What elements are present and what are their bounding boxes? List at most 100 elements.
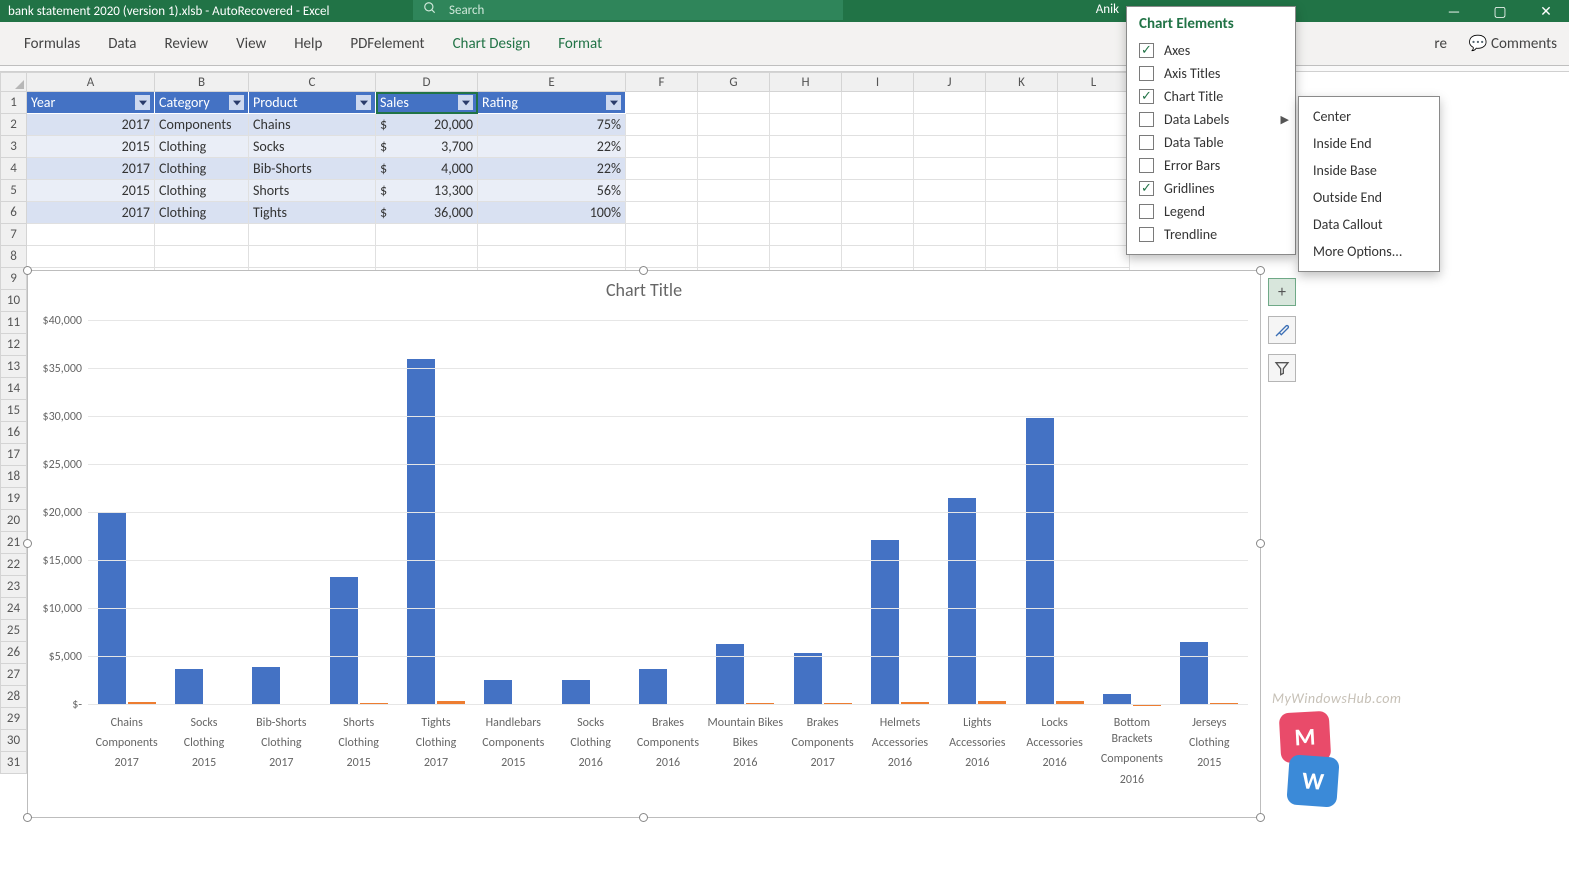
cell[interactable] [698,114,770,136]
chart-filters-button[interactable] [1268,354,1296,382]
chart-element-legend[interactable]: Legend [1127,200,1295,223]
cell[interactable]: 22% [478,158,626,180]
cell[interactable] [626,92,698,114]
column-header[interactable]: F [626,72,698,92]
menu-item-inside-base[interactable]: Inside Base [1299,157,1439,184]
column-header[interactable]: K [986,72,1058,92]
chart-bar-sales[interactable] [252,667,280,705]
chart-bar-sales[interactable] [716,644,744,705]
cell[interactable] [27,246,155,268]
row-header[interactable]: 26 [0,642,27,664]
cell[interactable] [770,114,842,136]
checkbox-icon[interactable] [1139,66,1154,81]
resize-handle[interactable] [23,266,32,275]
menu-item-inside-end[interactable]: Inside End [1299,130,1439,157]
cell[interactable] [842,114,914,136]
row-header[interactable]: 10 [0,290,27,312]
cell[interactable] [626,202,698,224]
resize-handle[interactable] [1256,539,1265,548]
cell[interactable]: Sales [376,92,478,114]
cell[interactable] [155,246,249,268]
row-header[interactable]: 27 [0,664,27,686]
cell[interactable] [698,92,770,114]
column-header[interactable]: J [914,72,986,92]
filter-dropdown-icon[interactable] [135,95,150,110]
chart-bar-sales[interactable] [175,669,203,705]
cell[interactable]: Year [27,92,155,114]
chart-bar-group[interactable] [320,321,397,705]
maximize-button[interactable]: ▢ [1477,0,1523,22]
checkbox-icon[interactable] [1139,89,1154,104]
chart-element-error-bars[interactable]: Error Bars [1127,154,1295,177]
cell[interactable] [986,92,1058,114]
cell[interactable] [770,180,842,202]
data-labels-submenu[interactable]: CenterInside EndInside BaseOutside EndDa… [1298,96,1440,272]
chart-element-axis-titles[interactable]: Axis Titles [1127,62,1295,85]
menu-item-data-callout[interactable]: Data Callout [1299,211,1439,238]
checkbox-icon[interactable] [1139,43,1154,58]
close-button[interactable]: ✕ [1523,0,1569,22]
column-header[interactable]: E [478,72,626,92]
chart-bar-group[interactable] [1171,321,1248,705]
ribbon-tab-pdfelement[interactable]: PDFelement [336,22,438,66]
cell[interactable] [914,246,986,268]
ribbon-tab-help[interactable]: Help [280,22,336,66]
cell[interactable] [914,202,986,224]
chart-bar-group[interactable] [1093,321,1170,705]
row-header[interactable]: 1 [0,92,27,114]
row-header[interactable]: 20 [0,510,27,532]
chart-element-gridlines[interactable]: Gridlines [1127,177,1295,200]
checkbox-icon[interactable] [1139,158,1154,173]
resize-handle[interactable] [639,813,648,822]
flyout-arrow-icon[interactable]: ▶ [1281,113,1289,126]
cell[interactable] [27,224,155,246]
menu-item-center[interactable]: Center [1299,103,1439,130]
cell[interactable] [770,202,842,224]
row-header[interactable]: 23 [0,576,27,598]
checkbox-icon[interactable] [1139,181,1154,196]
row-header[interactable]: 13 [0,356,27,378]
cell[interactable] [626,246,698,268]
cell[interactable]: Socks [249,136,376,158]
cell[interactable]: Rating [478,92,626,114]
cell[interactable] [698,136,770,158]
cell[interactable] [914,158,986,180]
cell[interactable] [842,158,914,180]
chart-bar-group[interactable] [629,321,706,705]
cell[interactable] [842,224,914,246]
row-header[interactable]: 15 [0,400,27,422]
chart-element-axes[interactable]: Axes [1127,39,1295,62]
cell[interactable] [986,158,1058,180]
cell[interactable] [626,180,698,202]
row-header[interactable]: 4 [0,158,27,180]
row-header[interactable]: 17 [0,444,27,466]
cell[interactable] [698,202,770,224]
cell[interactable]: $20,000 [376,114,478,136]
chart-bar-group[interactable] [243,321,320,705]
cell[interactable] [842,246,914,268]
row-header[interactable]: 14 [0,378,27,400]
row-header[interactable]: 12 [0,334,27,356]
chart-bar-group[interactable] [861,321,938,705]
row-header[interactable]: 24 [0,598,27,620]
cell[interactable]: $36,000 [376,202,478,224]
column-header[interactable]: G [698,72,770,92]
cell[interactable]: Clothing [155,202,249,224]
row-header[interactable]: 25 [0,620,27,642]
column-header[interactable]: L [1058,72,1130,92]
cell[interactable] [478,246,626,268]
column-header[interactable]: D [376,72,478,92]
column-header[interactable]: B [155,72,249,92]
cell[interactable] [626,136,698,158]
minimize-button[interactable]: — [1431,0,1477,22]
cell[interactable] [626,224,698,246]
search-box[interactable]: Search [413,0,843,20]
chart-title[interactable]: Chart Title [28,271,1260,309]
row-header[interactable]: 22 [0,554,27,576]
cell[interactable] [478,224,626,246]
filter-dropdown-icon[interactable] [356,95,371,110]
chart-bar-group[interactable] [707,321,784,705]
row-header[interactable]: 29 [0,708,27,730]
cell[interactable] [914,180,986,202]
cell[interactable] [770,92,842,114]
